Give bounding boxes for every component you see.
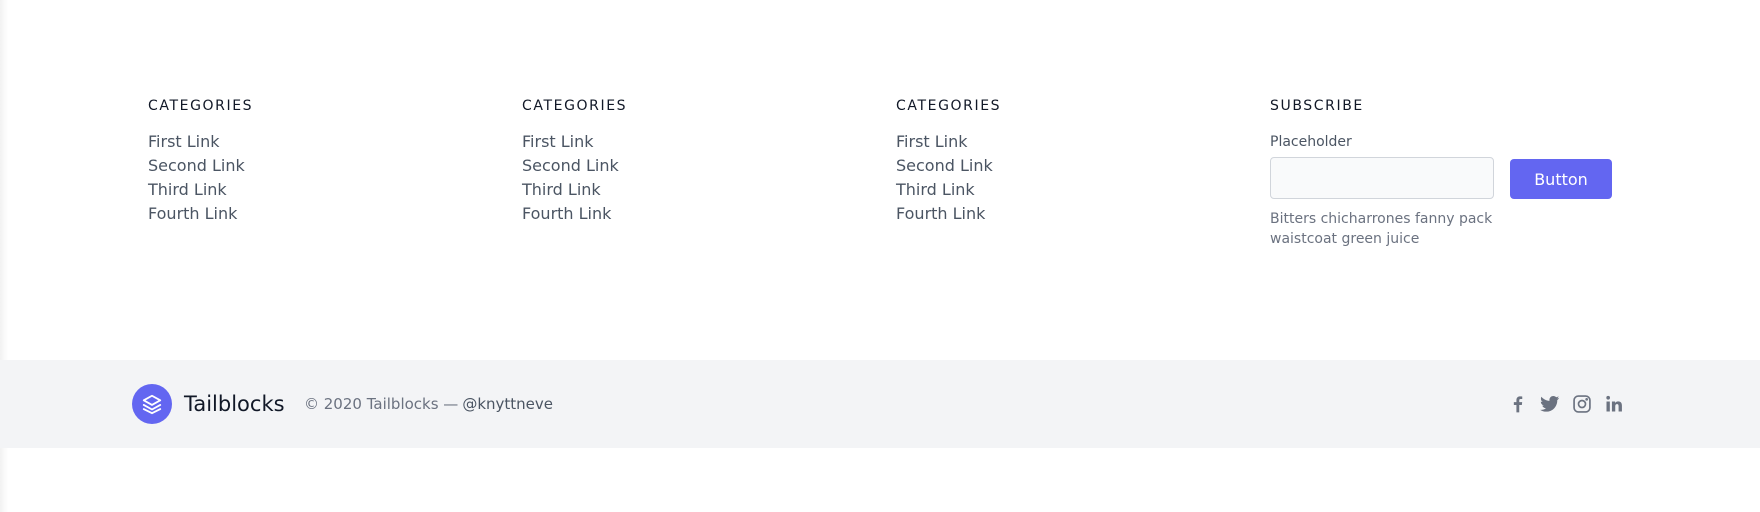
brand-name: Tailblocks (184, 392, 285, 416)
column-1-link-first[interactable]: First Link (148, 130, 488, 154)
column-1-link-fourth[interactable]: Fourth Link (148, 202, 488, 226)
subscribe-column: SUBSCRIBE Placeholder Button Bitters chi… (1270, 98, 1630, 249)
column-3-link-fourth[interactable]: Fourth Link (896, 202, 1236, 226)
column-2-title: CATEGORIES (522, 98, 628, 114)
column-3-title: CATEGORIES (896, 98, 1002, 114)
link-column-3: CATEGORIES First Link Second Link Third … (896, 98, 1236, 226)
footer-page: CATEGORIES First Link Second Link Third … (0, 0, 1760, 512)
column-2-link-third[interactable]: Third Link (522, 178, 862, 202)
column-1-link-second[interactable]: Second Link (148, 154, 488, 178)
subscribe-form-row: Button (1270, 157, 1630, 199)
link-column-1: CATEGORIES First Link Second Link Third … (148, 98, 488, 226)
social-links (1508, 392, 1624, 416)
column-1-links: First Link Second Link Third Link Fourth… (148, 130, 488, 226)
author-handle-link[interactable]: @knyttneve (462, 395, 553, 413)
subscribe-button[interactable]: Button (1510, 159, 1612, 199)
brand-link[interactable]: Tailblocks (132, 384, 285, 424)
column-1-title: CATEGORIES (148, 98, 254, 114)
facebook-icon[interactable] (1508, 394, 1528, 414)
subscribe-field-label: Placeholder (1270, 134, 1352, 150)
column-2-link-fourth[interactable]: Fourth Link (522, 202, 862, 226)
instagram-icon[interactable] (1572, 394, 1592, 414)
twitter-icon[interactable] (1540, 394, 1560, 414)
column-3-link-first[interactable]: First Link (896, 130, 1236, 154)
column-3-link-second[interactable]: Second Link (896, 154, 1236, 178)
footer-link-columns: CATEGORIES First Link Second Link Third … (148, 98, 1628, 258)
subscribe-title: SUBSCRIBE (1270, 98, 1364, 114)
stacked-layers-icon (132, 384, 172, 424)
column-2-link-second[interactable]: Second Link (522, 154, 862, 178)
copyright-label: © 2020 Tailblocks — (304, 395, 459, 413)
column-3-links: First Link Second Link Third Link Fourth… (896, 130, 1236, 226)
column-3-link-third[interactable]: Third Link (896, 178, 1236, 202)
linkedin-icon[interactable] (1604, 394, 1624, 414)
column-2-links: First Link Second Link Third Link Fourth… (522, 130, 862, 226)
column-2-link-first[interactable]: First Link (522, 130, 862, 154)
subscribe-help-text: Bitters chicharrones fanny pack waistcoa… (1270, 211, 1493, 247)
footer-bottom-bar: Tailblocks © 2020 Tailblocks — @knyttneve (0, 360, 1760, 448)
link-column-2: CATEGORIES First Link Second Link Third … (522, 98, 862, 226)
subscribe-input[interactable] (1270, 157, 1494, 199)
copyright-text: © 2020 Tailblocks — @knyttneve (304, 394, 553, 414)
column-1-link-third[interactable]: Third Link (148, 178, 488, 202)
